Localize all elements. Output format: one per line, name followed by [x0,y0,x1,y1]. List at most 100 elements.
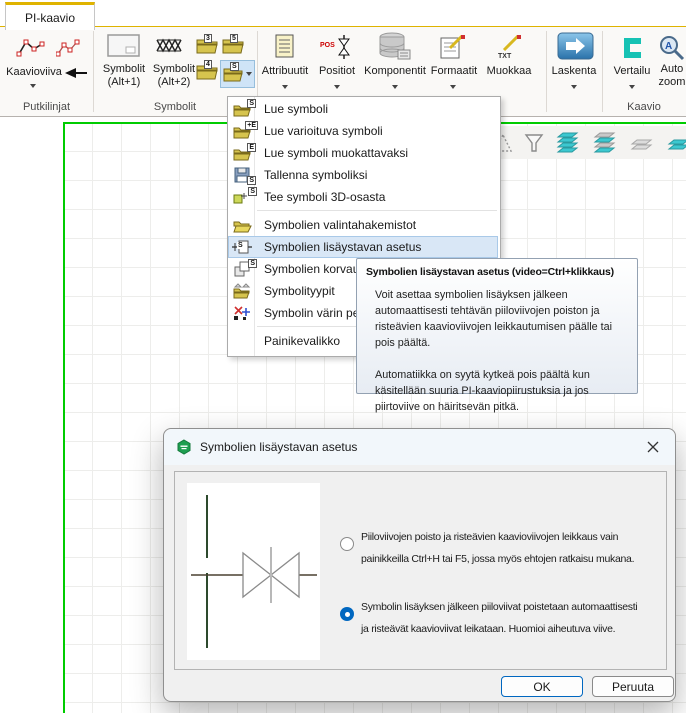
text-edit-pencil-icon: TXT [496,34,524,60]
menu-item-lue-symboli[interactable]: S Lue symboli [229,98,497,120]
polyline-black-icon [16,36,46,58]
application-window: PI-kaavio Kaavioviiv [0,0,686,713]
tooltip-paragraph-1: Voit asettaa symbolien lisäyksen jälkeen… [375,287,627,351]
save-floppy-icon: S [229,167,255,183]
read-symbol-3-button[interactable]: 3 [196,36,218,59]
menu-badge: +E [245,121,258,130]
dropdown-caret-icon [246,72,252,76]
attribuutit-button[interactable] [274,34,296,65]
polyline-red-icon [56,38,82,58]
menu-badge: S [247,176,256,185]
dropdown-caret-icon [282,85,288,89]
folder-read-icon: +E [229,124,255,139]
filter-funnel-icon[interactable] [523,131,544,155]
radio-automatic-label[interactable]: Symbolin lisäyksen jälkeen piiloviivat p… [361,596,637,640]
menu-item-valintahakemistot[interactable]: Symbolien valintahakemistot [229,214,497,236]
symbolit-alt1-button[interactable] [107,34,140,62]
symbol-types-icon [229,283,255,299]
option1-line1: Piiloviivojen poisto ja risteävien kaavi… [361,526,634,548]
compare-c-icon [621,36,645,60]
dialog-title: Symbolien lisäystavan asetus [200,440,357,454]
symbolit1-line1: Symbolit [96,63,152,76]
tab-label: PI-kaavio [25,11,75,25]
cancel-button[interactable]: Peruuta [592,676,674,697]
menu-item-label: Lue symboli muokattavaksi [255,146,408,160]
autozoom-label: Auto zoom [650,63,686,89]
dropdown-caret-icon [450,85,456,89]
menu-item-lisaystavan-asetus[interactable]: S Symbolien lisäystavan asetus [228,236,498,258]
ok-label: OK [533,680,550,694]
komponentit-button[interactable] [378,32,412,67]
mesh-pattern-icon [155,36,186,56]
menu-item-lue-muokattavaksi[interactable]: E Lue symboli muokattavaksi [229,142,497,164]
symbolit1-label: Symbolit (Alt+1) [96,63,152,89]
radio-automatic-mode[interactable] [340,607,354,621]
option2-line1: Symbolin lisäyksen jälkeen piiloviivat p… [361,596,637,618]
radio-manual-mode[interactable] [340,537,354,551]
tooltip-body: Voit asettaa symbolien lisäyksen jälkeen… [366,287,627,415]
valve-symbol-drawing [187,483,320,660]
menu-item-label: Symbolin värin periy [255,306,372,320]
database-icon [378,32,412,62]
sheet-frame-icon [107,34,140,57]
plant-logo-icon [176,439,192,455]
read-symbol-4-button[interactable]: 4 [196,62,218,85]
menu-item-tallenna-symboliksi[interactable]: S Tallenna symboliksi [229,164,497,186]
color-inherit-icon [229,305,255,321]
menu-item-label: Symbolien lisäystavan asetus [255,240,421,254]
magnifier-a-icon: A [658,34,686,62]
ok-button[interactable]: OK [501,676,583,697]
calculation-arrow-icon [557,32,594,60]
dialog-titlebar[interactable]: Symbolien lisäystavan asetus [164,429,675,465]
insert-mode-icon: S [229,239,255,255]
option1-line2: painikkeilla Ctrl+H tai F5, jossa myös e… [361,548,634,570]
dropdown-caret-icon [571,85,577,89]
attribuutit-label: Attribuutit [254,65,316,78]
muokkaa-button[interactable]: TXT [496,34,524,65]
symbolit-alt2-button[interactable] [155,36,186,61]
layers-mixed-icon[interactable] [591,131,618,155]
diagram-line-button[interactable] [16,36,46,63]
folder-read-icon: S [229,102,255,117]
formaatit-button[interactable] [440,34,468,65]
layers-teal-icon[interactable] [554,131,581,155]
close-icon[interactable] [643,437,663,457]
menu-item-label: Symbolien valintahakemistot [255,218,416,232]
tooltip-title: Symbolien lisäystavan asetus (video=Ctrl… [366,266,628,278]
menu-badge: S [248,187,257,196]
pipe-arrow-button[interactable] [64,65,88,86]
menu-item-tee-symboli-3d[interactable]: S Tee symboli 3D-osasta [229,186,497,208]
tooltip-paragraph-2: Automatiikka on syytä kytkeä pois päältä… [375,367,627,415]
layers-teal-pair-icon[interactable] [665,131,686,155]
tab-pi-kaavio[interactable]: PI-kaavio [5,2,95,30]
menu-badge: S [237,242,244,249]
radio-manual-label[interactable]: Piiloviivojen poisto ja risteävien kaavi… [361,526,634,570]
menu-item-label: Painikevalikko [255,334,340,348]
txt-icon-text: TXT [498,53,512,60]
diagram-line-alt-button[interactable] [56,38,82,63]
group-label-putkilinjat: Putkilinjat [0,101,93,113]
menu-badge: S [247,99,256,108]
open-folder-icon [229,218,255,233]
leader-arrow-icon [64,65,88,81]
dialog-content-panel: Piiloviivojen poisto ja risteävien kaavi… [174,471,667,670]
folder-read-icon: E [229,146,255,161]
badge-4: 4 [204,60,212,69]
laskenta-button[interactable] [557,32,594,65]
symbolit2-line2: (Alt+2) [146,76,202,89]
svg-text:A: A [665,41,672,52]
dropdown-caret-icon [334,85,340,89]
symbol-menu-button[interactable]: S [220,60,255,88]
group-label-kaavio: Kaavio [602,101,686,113]
menu-item-lue-varioituva[interactable]: +E Lue varioituva symboli [229,120,497,142]
menu-item-label: Symbolityypit [255,284,335,298]
vertailu-button[interactable] [621,36,645,65]
laskenta-label: Laskenta [546,65,602,78]
positiot-button[interactable]: POS [320,34,352,65]
read-symbol-5-button[interactable]: 5 [222,36,244,59]
kaavioviiva-button[interactable]: Kaavioviiva [0,66,68,79]
dropdown-caret-icon [392,85,398,89]
layers-gray-icon[interactable] [628,131,655,155]
symbolit1-line2: (Alt+1) [96,76,152,89]
formaatit-label: Formaatit [426,65,482,78]
